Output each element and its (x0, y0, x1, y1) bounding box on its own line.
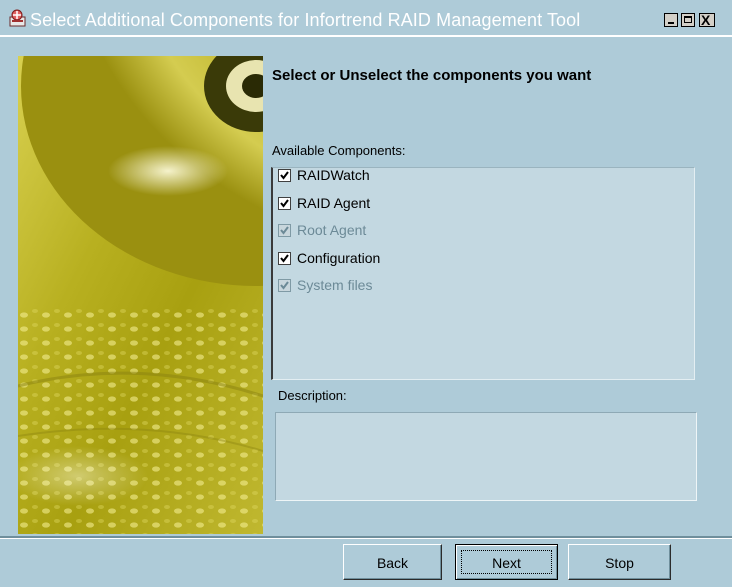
close-glyph: X (701, 12, 711, 28)
back-button[interactable]: Back (343, 544, 442, 580)
window-title: Select Additional Components for Infortr… (30, 10, 581, 30)
installer-window: Select Additional Components for Infortr… (0, 0, 732, 587)
page-heading: Select or Unselect the components you wa… (272, 67, 592, 84)
checkbox-raid-agent[interactable] (278, 197, 291, 210)
next-button[interactable]: Next (455, 544, 558, 580)
component-label: System files (297, 277, 373, 293)
component-label: Configuration (297, 250, 381, 266)
component-label: Root Agent (297, 222, 367, 238)
description-label: Description: (278, 388, 347, 403)
checkbox-root-agent (278, 224, 291, 237)
title-bar[interactable]: Select Additional Components for Infortr… (0, 0, 732, 36)
maximize-icon[interactable] (681, 13, 695, 27)
checkbox-system-files (278, 279, 291, 292)
component-label: RAID Agent (297, 195, 371, 211)
component-label: RAIDWatch (297, 167, 370, 183)
components-list[interactable]: RAIDWatch RAID Agent Root Agent Configur… (271, 167, 695, 380)
close-icon[interactable]: X (699, 12, 715, 28)
description-box (275, 412, 697, 501)
stop-button[interactable]: Stop (568, 544, 671, 580)
minimize-icon[interactable] (664, 13, 678, 27)
next-button-label: Next (492, 555, 521, 571)
checkbox-configuration[interactable] (278, 252, 291, 265)
installer-icon (8, 9, 28, 28)
banner-image (18, 56, 263, 534)
checkbox-raidwatch[interactable] (278, 169, 291, 182)
available-components-label: Available Components: (272, 143, 406, 158)
